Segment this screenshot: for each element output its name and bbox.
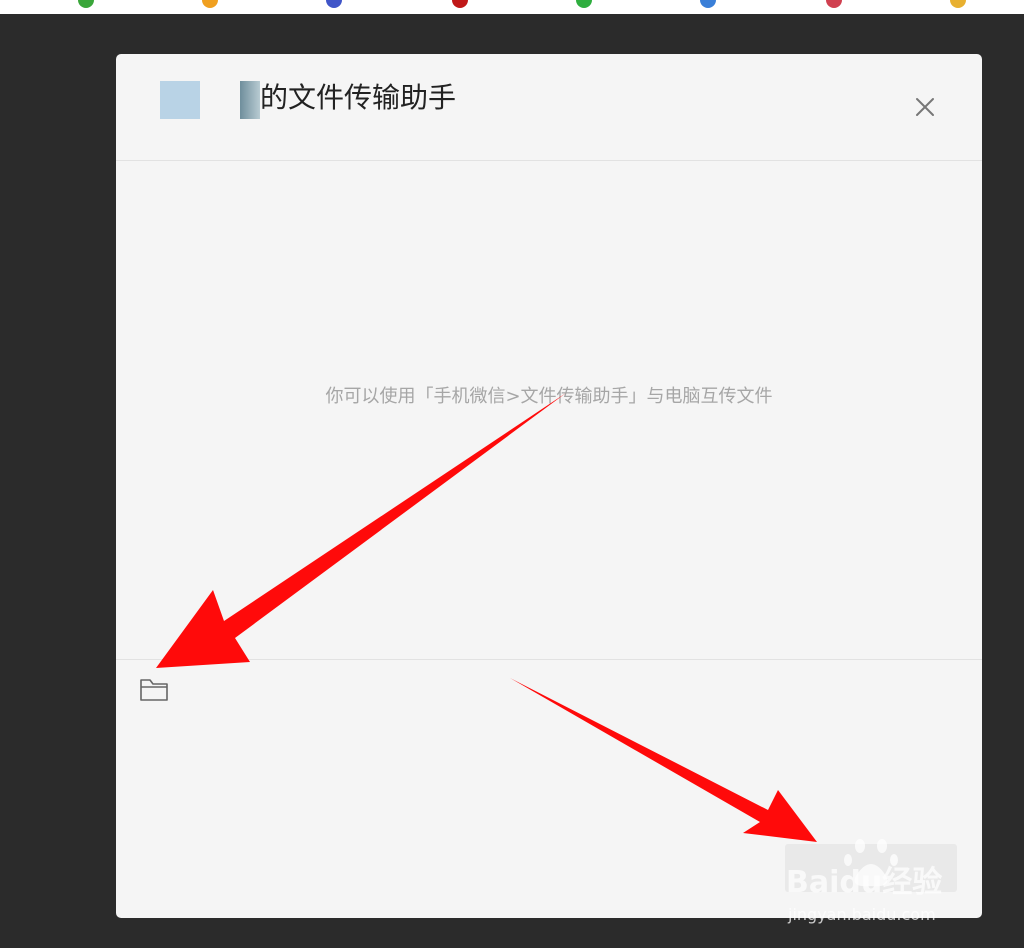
app-icon-7[interactable] [826,0,842,8]
message-input[interactable] [130,714,968,834]
app-icon-3[interactable] [326,0,342,8]
avatar [160,81,200,119]
app-icon-6[interactable] [700,0,716,8]
close-icon [916,98,934,116]
message-area: 你可以使用「手机微信>文件传输助手」与电脑互传文件 [116,161,982,659]
file-transfer-dialog: 的文件传输助手 你可以使用「手机微信>文件传输助手」与电脑互传文件 [116,54,982,918]
input-divider [116,659,982,660]
close-button[interactable] [908,90,942,124]
app-icon-2[interactable] [202,0,218,8]
dialog-header: 的文件传输助手 [116,54,982,161]
empty-hint: 你可以使用「手机微信>文件传输助手」与电脑互传文件 [325,386,773,407]
folder-icon [140,679,168,701]
blurred-name [240,81,260,119]
app-icon-4[interactable] [452,0,468,8]
send-button[interactable] [785,844,957,892]
send-file-button[interactable] [138,674,170,704]
dialog-title: 的文件传输助手 [260,81,457,114]
app-icon-1[interactable] [78,0,94,8]
taskbar-strip [0,0,1024,14]
app-icon-5[interactable] [576,0,592,8]
app-icon-8[interactable] [950,0,966,8]
